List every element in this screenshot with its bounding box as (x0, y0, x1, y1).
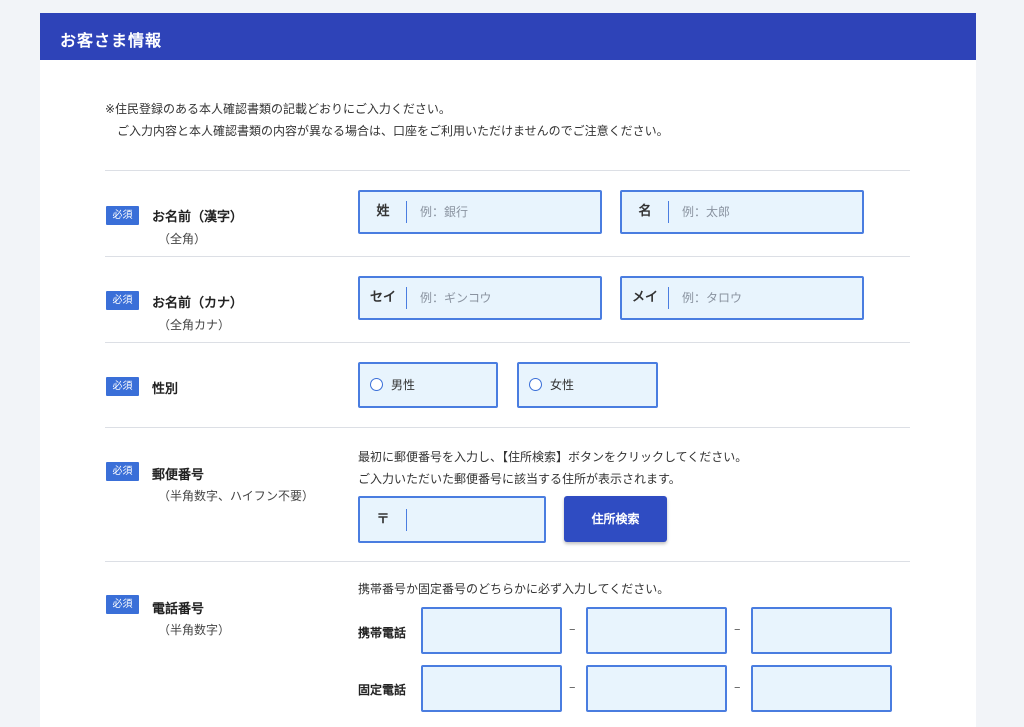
mobile-phone-part3-input[interactable] (751, 607, 892, 654)
gender-female-label: 女性 (550, 378, 575, 392)
last-name-kanji-input[interactable]: 姓 例：銀行 (358, 190, 602, 234)
separator-dash: – (734, 680, 741, 695)
divider (105, 170, 910, 171)
gender-male-radio[interactable]: 男性 (358, 362, 498, 408)
last-name-kana-input[interactable]: セイ 例：ギンコウ (358, 276, 602, 320)
prefix-separator (406, 287, 407, 309)
landline-phone-label: 固定電話 (358, 683, 407, 697)
postal-instruction-2: ご入力いただいた郵便番号に該当する住所が表示されます。 (358, 472, 681, 486)
prefix-separator (406, 509, 407, 531)
divider (105, 342, 910, 343)
input-notice: ※住民登録のある本人確認書類の記載どおりにご入力ください。 ご入力内容と本人確認… (105, 98, 905, 142)
customer-info-card: お客さま情報 ※住民登録のある本人確認書類の記載どおりにご入力ください。 ご入力… (40, 13, 976, 727)
landline-phone-part1-input[interactable] (421, 665, 562, 712)
landline-phone-part2-input[interactable] (586, 665, 727, 712)
section-header: お客さま情報 (40, 13, 976, 60)
landline-phone-part3-input[interactable] (751, 665, 892, 712)
mobile-phone-part1-input[interactable] (421, 607, 562, 654)
prefix-separator (668, 201, 669, 223)
prefix-separator (406, 201, 407, 223)
last-name-prefix: 姓 (376, 204, 390, 219)
divider (105, 256, 910, 257)
required-badge: 必須 (106, 462, 139, 481)
postal-mark-icon: 〒 (376, 512, 390, 527)
last-name-kana-placeholder: 例：ギンコウ (420, 291, 492, 305)
postal-label: 郵便番号 (152, 468, 205, 483)
separator-dash: – (734, 622, 741, 637)
gender-male-label: 男性 (391, 378, 416, 392)
first-name-kana-input[interactable]: メイ 例：タロウ (620, 276, 864, 320)
section-title: お客さま情報 (60, 31, 163, 50)
address-search-button[interactable]: 住所検索 (564, 496, 667, 542)
name-kana-sublabel: （全角カナ） (158, 318, 231, 332)
required-badge: 必須 (106, 291, 139, 310)
phone-label: 電話番号 (152, 602, 205, 617)
first-name-prefix: 名 (638, 204, 652, 219)
required-badge: 必須 (106, 206, 139, 225)
mobile-phone-label: 携帯電話 (358, 626, 407, 640)
first-name-kanji-input[interactable]: 名 例：太郎 (620, 190, 864, 234)
prefix-separator (668, 287, 669, 309)
required-badge: 必須 (106, 595, 139, 614)
first-name-kana-prefix: メイ (631, 290, 658, 305)
separator-dash: – (569, 622, 576, 637)
gender-female-radio[interactable]: 女性 (517, 362, 658, 408)
name-kanji-sublabel: （全角） (158, 232, 207, 246)
notice-line-2: ご入力内容と本人確認書類の内容が異なる場合は、口座をご利用いただけませんのでご注… (117, 124, 669, 138)
divider (105, 427, 910, 428)
postal-sublabel: （半角数字、ハイフン不要） (158, 489, 315, 503)
name-kana-label: お名前（カナ） (152, 296, 244, 311)
first-name-kana-placeholder: 例：タロウ (682, 291, 743, 305)
gender-label: 性別 (152, 382, 179, 397)
divider (105, 561, 910, 562)
mobile-phone-part2-input[interactable] (586, 607, 727, 654)
radio-circle-icon (529, 378, 542, 391)
notice-line-1: ※住民登録のある本人確認書類の記載どおりにご入力ください。 (105, 102, 451, 116)
name-kanji-label: お名前（漢字） (152, 210, 244, 225)
radio-circle-icon (370, 378, 383, 391)
first-name-kanji-placeholder: 例：太郎 (682, 205, 731, 219)
last-name-kanji-placeholder: 例：銀行 (420, 205, 469, 219)
phone-sublabel: （半角数字） (158, 623, 231, 637)
required-badge: 必須 (106, 377, 139, 396)
postal-code-input[interactable]: 〒 (358, 496, 546, 543)
separator-dash: – (569, 680, 576, 695)
postal-instruction-1: 最初に郵便番号を入力し、【住所検索】ボタンをクリックしてください。 (358, 450, 748, 464)
phone-instruction: 携帯番号か固定番号のどちらかに必ず入力してください。 (358, 582, 670, 596)
last-name-kana-prefix: セイ (369, 290, 396, 305)
